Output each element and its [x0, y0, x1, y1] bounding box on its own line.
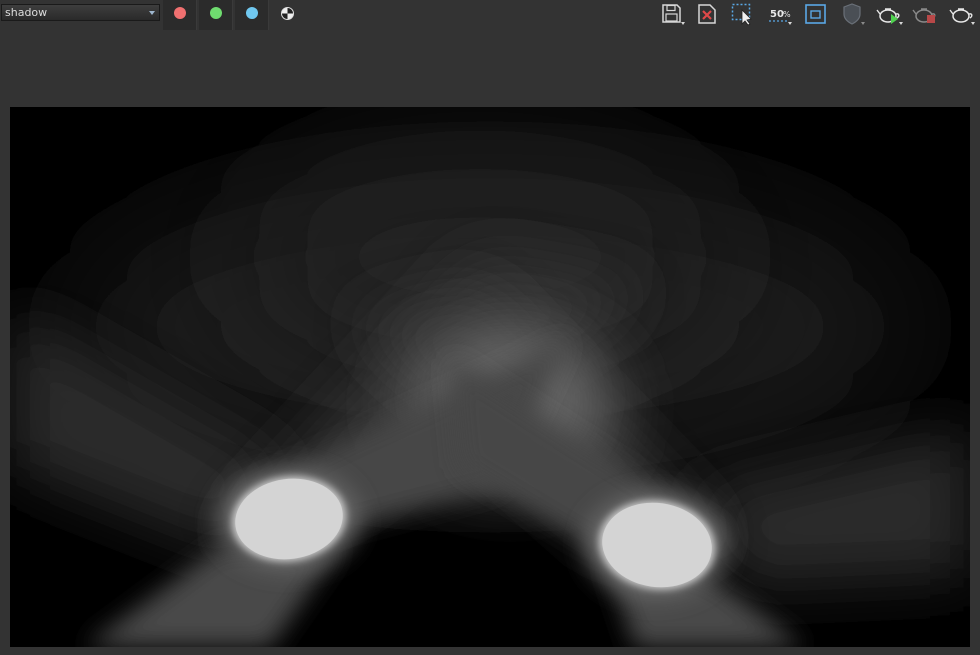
- color-management-button[interactable]: [840, 2, 868, 26]
- remove-image-icon: [698, 4, 716, 24]
- render-view-toolbar: shadow 50 %: [0, 0, 980, 30]
- region-select-icon: [731, 3, 752, 26]
- render-icon: [876, 8, 903, 25]
- display-region-button[interactable]: [803, 2, 831, 26]
- remove-image-button[interactable]: [695, 2, 723, 26]
- red-dot-icon: [174, 7, 186, 19]
- display-region-icon: [805, 4, 826, 24]
- save-icon: [662, 4, 685, 25]
- render-button[interactable]: [876, 2, 904, 26]
- blue-dot-icon: [246, 7, 258, 19]
- layer-select-dropdown[interactable]: shadow: [1, 4, 160, 21]
- svg-text:%: %: [783, 10, 791, 19]
- render-image: [10, 107, 970, 647]
- alpha-channel-button[interactable]: [272, 0, 304, 30]
- ipr-render-button[interactable]: [948, 2, 976, 26]
- chevron-down-icon: [149, 11, 155, 15]
- stop-render-icon: [912, 8, 936, 23]
- alpha-channel-icon: [281, 7, 294, 20]
- color-management-icon: [843, 3, 865, 25]
- svg-text:50: 50: [770, 9, 784, 20]
- snapshot-size-icon: 50 %: [769, 9, 792, 25]
- blue-channel-button[interactable]: [235, 0, 269, 30]
- stop-render-button[interactable]: [912, 2, 940, 26]
- region-select-button[interactable]: [730, 2, 758, 26]
- save-button[interactable]: [660, 2, 688, 26]
- green-channel-button[interactable]: [199, 0, 233, 30]
- render-viewport[interactable]: [10, 107, 970, 647]
- snapshot-size-button[interactable]: 50 %: [767, 2, 795, 26]
- green-dot-icon: [210, 7, 222, 19]
- layer-select-value: shadow: [5, 6, 48, 19]
- red-channel-button[interactable]: [163, 0, 197, 30]
- ipr-render-icon: [949, 8, 975, 25]
